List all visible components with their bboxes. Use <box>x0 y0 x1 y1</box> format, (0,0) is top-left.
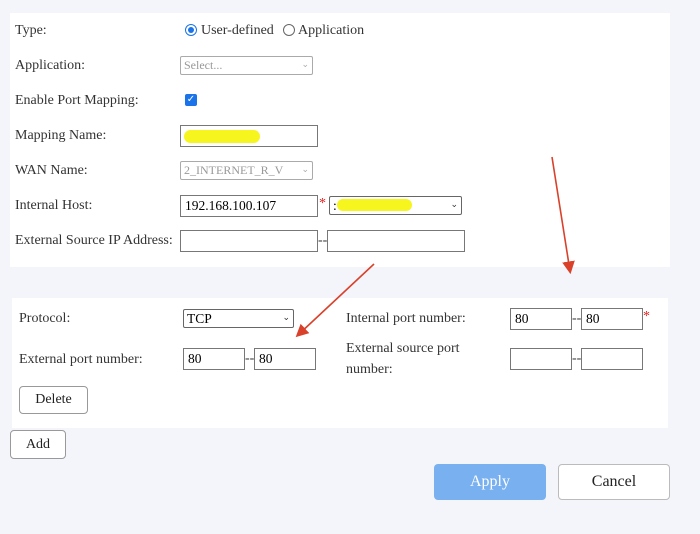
annotation-arrow <box>295 263 375 338</box>
annotation-arrows <box>295 156 575 338</box>
annotation-arrow <box>551 156 575 275</box>
